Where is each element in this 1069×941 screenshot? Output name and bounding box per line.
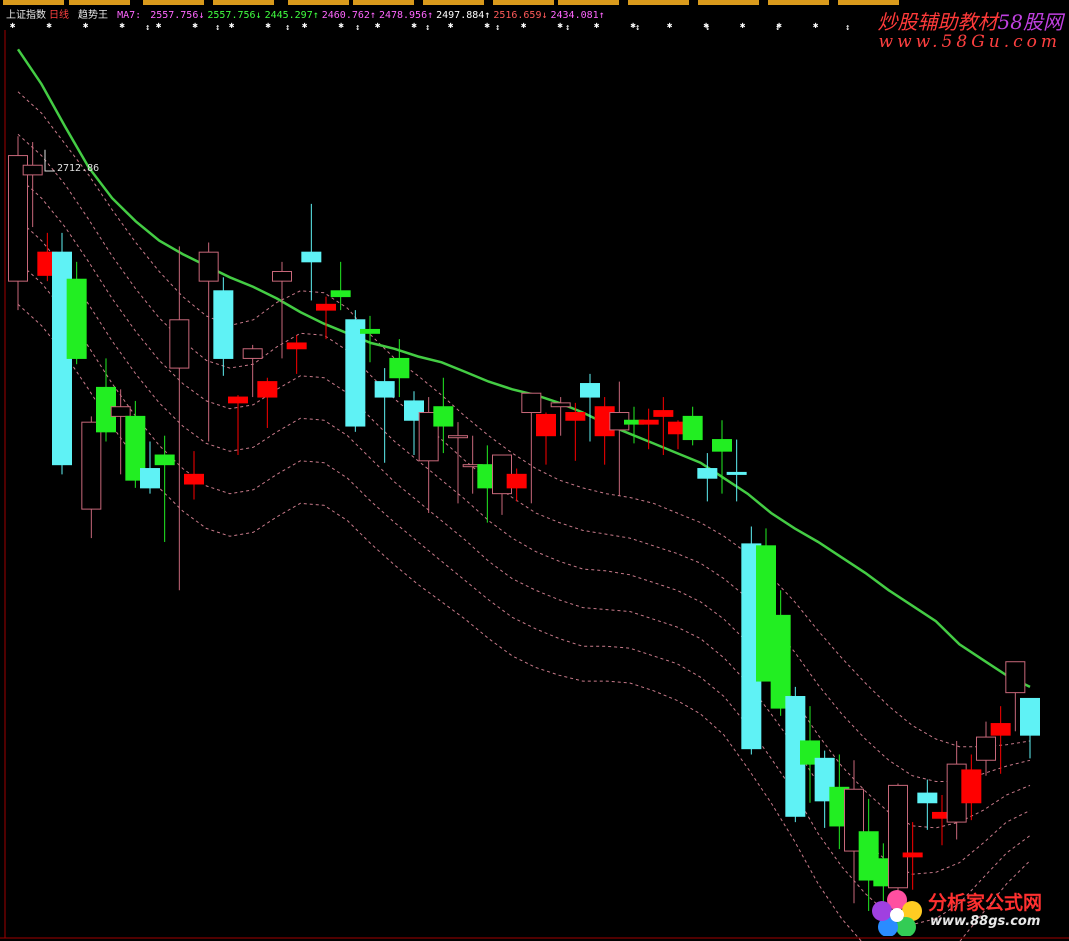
- candle-body: [66, 278, 87, 359]
- candle-body: [272, 270, 292, 282]
- logo-text: 分析家公式网: [928, 892, 1043, 914]
- candle-body: [374, 381, 395, 398]
- candle-body: [345, 319, 366, 427]
- candle-body: [976, 736, 996, 761]
- flower-logo-icon: [872, 890, 922, 937]
- ma-dashed-line-2: [17, 176, 1031, 829]
- candle-body: [110, 406, 131, 417]
- high-marker-label: 2712.86: [57, 163, 99, 174]
- candle-body: [653, 410, 674, 417]
- candle-body: [565, 412, 586, 421]
- candle-body: [448, 435, 468, 439]
- candle-body: [316, 303, 336, 311]
- candlestick-chart: 2712.86: [0, 30, 1069, 941]
- candle-body: [902, 852, 923, 858]
- candle-body: [682, 415, 703, 441]
- candle-body: [286, 342, 307, 350]
- candle-body: [389, 357, 410, 379]
- candle-body: [330, 290, 351, 298]
- logo-url: www.88gs.com: [930, 914, 1041, 929]
- candle-body: [888, 784, 908, 889]
- candle-body: [301, 251, 322, 263]
- candle-body: [961, 769, 982, 804]
- candle-body: [140, 468, 160, 489]
- candle-body: [521, 392, 542, 414]
- candle-body: [169, 319, 190, 369]
- candle-body: [433, 406, 454, 427]
- candle-body: [257, 381, 278, 398]
- candle-body: [360, 328, 380, 334]
- candle-body: [697, 468, 718, 479]
- candle-body: [213, 290, 234, 359]
- site-logo: 分析家公式网 www.88gs.com: [868, 886, 1063, 938]
- candle-body: [198, 251, 219, 282]
- candle-body: [917, 792, 938, 804]
- candle-body: [154, 454, 175, 466]
- candle-body: [770, 614, 791, 709]
- candle-body: [536, 413, 556, 437]
- candle-body: [1020, 697, 1040, 736]
- candle-body: [580, 383, 600, 398]
- high-marker-arrow: [44, 149, 55, 172]
- candle-body: [22, 164, 43, 176]
- candle-body: [242, 348, 263, 359]
- candle-body: [1005, 661, 1026, 694]
- candle-body: [990, 723, 1011, 736]
- candle-body: [550, 402, 571, 408]
- candle-body: [712, 439, 732, 452]
- candle-body: [506, 473, 527, 489]
- candle-body: [638, 419, 659, 425]
- candle-body: [184, 473, 204, 485]
- candle-body: [81, 421, 102, 510]
- ma-dashed-line-3: [17, 218, 1031, 875]
- candle-body: [228, 396, 248, 404]
- candle-body: [726, 471, 747, 475]
- ma-dashed-line-0: [17, 91, 1031, 748]
